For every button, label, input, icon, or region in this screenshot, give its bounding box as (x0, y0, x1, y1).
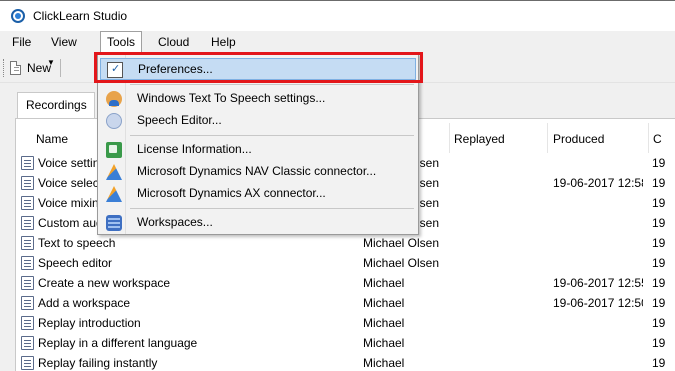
table-row[interactable]: Create a new workspace Michael 19-06-201… (16, 273, 675, 293)
column-header-produced[interactable]: Produced (553, 132, 604, 146)
tab-recordings[interactable]: Recordings (17, 92, 95, 119)
table-row[interactable]: Add a workspace Michael 19-06-2017 12:50… (16, 293, 675, 313)
row-name: Add a workspace (38, 296, 131, 310)
recording-icon (21, 236, 34, 250)
menu-cloud[interactable]: Cloud (152, 31, 195, 53)
row-c: 19 (652, 356, 666, 370)
dynamics-ax-icon (106, 186, 122, 202)
toolbar-separator (60, 59, 61, 77)
menu-item-label: Windows Text To Speech settings... (137, 91, 326, 105)
row-c: 19 (652, 196, 666, 210)
row-author: Michael Olsen (363, 256, 440, 270)
row-name: Text to speech (38, 236, 116, 250)
menu-tools[interactable]: Tools (100, 31, 143, 54)
recording-icon (21, 256, 34, 270)
row-name: Create a new workspace (38, 276, 171, 290)
menu-item-windows-tts-settings[interactable]: Windows Text To Speech settings... (100, 88, 416, 110)
column-divider[interactable] (648, 123, 649, 153)
row-c: 19 (652, 176, 666, 190)
column-header-replayed[interactable]: Replayed (454, 132, 505, 146)
highlight-frame (94, 52, 423, 83)
recording-icon (21, 216, 34, 230)
speech-settings-icon (106, 91, 122, 107)
menu-separator (130, 84, 414, 85)
row-produced: 19-06-2017 12:58 (553, 176, 643, 190)
row-c: 19 (652, 236, 666, 250)
menu-item-label: Speech Editor... (137, 113, 222, 127)
app-title: ClickLearn Studio (33, 9, 128, 23)
recording-icon (21, 156, 34, 170)
column-header-c[interactable]: C (653, 132, 662, 146)
row-name: Replay introduction (38, 316, 141, 330)
row-name: Replay failing instantly (38, 356, 158, 370)
menu-item-speech-editor[interactable]: Speech Editor... (100, 110, 416, 132)
menu-item-label: Microsoft Dynamics NAV Classic connector… (137, 164, 377, 178)
table-row[interactable]: Replay in a different language Michael 1… (16, 333, 675, 353)
menu-item-label: License Information... (137, 142, 252, 156)
row-c: 19 (652, 296, 666, 310)
menu-view[interactable]: View (45, 31, 83, 53)
new-button[interactable]: New (10, 58, 51, 78)
table-row[interactable]: Speech editor Michael Olsen 19 (16, 253, 675, 273)
title-bar: ClickLearn Studio (0, 1, 675, 31)
row-author: Michael (363, 336, 405, 350)
workspaces-icon (106, 215, 122, 231)
row-c: 19 (652, 336, 666, 350)
menu-file[interactable]: File (6, 31, 37, 53)
chevron-down-icon[interactable]: ▼ (47, 58, 55, 67)
license-icon (106, 142, 122, 158)
row-author: Michael (363, 356, 405, 370)
table-row[interactable]: Text to speech Michael Olsen 19 (16, 233, 675, 253)
row-author: Michael Olsen (363, 236, 440, 250)
row-name: Replay in a different language (38, 336, 198, 350)
recording-icon (21, 176, 34, 190)
row-produced: 19-06-2017 12:50 (553, 296, 643, 310)
app-window: ClickLearn Studio File View Tools Cloud … (0, 0, 675, 371)
recording-icon (21, 276, 34, 290)
row-c: 19 (652, 256, 666, 270)
recording-icon (21, 296, 34, 310)
menu-separator (130, 135, 414, 136)
row-author: Michael (363, 296, 405, 310)
row-c: 19 (652, 156, 666, 170)
recording-icon (21, 316, 34, 330)
recording-icon (21, 196, 34, 210)
row-c: 19 (652, 276, 666, 290)
column-header-name[interactable]: Name (36, 132, 68, 146)
menu-item-dynamics-ax-connector[interactable]: Microsoft Dynamics AX connector... (100, 183, 416, 205)
row-author: Michael (363, 276, 405, 290)
column-divider[interactable] (547, 123, 548, 153)
row-name: Speech editor (38, 256, 113, 270)
speech-editor-icon (106, 113, 122, 129)
recording-icon (21, 336, 34, 350)
row-author: Michael (363, 316, 405, 330)
row-produced: 19-06-2017 12:55 (553, 276, 643, 290)
menu-item-license-information[interactable]: License Information... (100, 139, 416, 161)
row-c: 19 (652, 216, 666, 230)
menu-item-dynamics-nav-connector[interactable]: Microsoft Dynamics NAV Classic connector… (100, 161, 416, 183)
new-document-icon (10, 61, 21, 75)
clicklearn-logo-icon (11, 9, 25, 23)
menu-separator (130, 208, 414, 209)
menu-item-workspaces[interactable]: Workspaces... (100, 212, 416, 234)
menu-item-label: Workspaces... (137, 215, 213, 229)
toolbar-grip[interactable] (3, 59, 6, 77)
table-row[interactable]: Replay introduction Michael 19 (16, 313, 675, 333)
table-row[interactable]: Replay failing instantly Michael 19 (16, 353, 675, 371)
dynamics-nav-icon (106, 164, 122, 180)
row-c: 19 (652, 316, 666, 330)
menu-bar: File View Tools Cloud Help (0, 31, 675, 54)
menu-item-label: Microsoft Dynamics AX connector... (137, 186, 326, 200)
column-divider[interactable] (449, 123, 450, 153)
menu-help[interactable]: Help (205, 31, 242, 53)
recording-icon (21, 356, 34, 370)
